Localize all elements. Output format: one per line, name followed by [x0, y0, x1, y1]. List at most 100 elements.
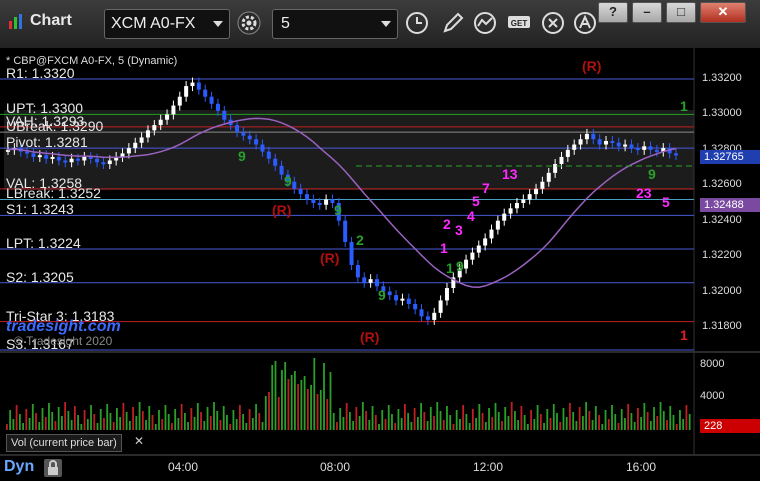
price-chart[interactable]: [0, 0, 760, 481]
candle-body: [362, 277, 367, 283]
volume-bar: [190, 408, 193, 430]
volume-bar: [109, 413, 112, 430]
volume-bar: [643, 403, 646, 430]
candle-body: [629, 144, 634, 149]
candle-body: [343, 220, 348, 242]
candle-body: [165, 114, 170, 120]
volume-bar: [517, 420, 520, 430]
volume-axis-label: 4000: [700, 390, 725, 402]
candle-body: [400, 298, 405, 301]
dynamic-mode-label[interactable]: Dyn: [4, 458, 34, 476]
volume-bar: [122, 403, 125, 430]
candle-body: [63, 160, 68, 163]
volume-bar: [297, 384, 300, 430]
volume-bar: [471, 409, 474, 430]
volume-bar: [585, 402, 588, 430]
volume-bar: [656, 416, 659, 430]
candle-body: [502, 213, 507, 221]
volume-bar: [688, 414, 691, 430]
candle-body: [419, 309, 424, 317]
volume-bar: [569, 403, 571, 430]
volume-bar: [682, 419, 685, 430]
volume-bar: [300, 380, 303, 430]
level-label: R1: 1.3320: [6, 65, 75, 81]
volume-bar: [381, 410, 384, 430]
candle-body: [158, 119, 163, 126]
volume-bar: [193, 417, 196, 430]
volume-bar: [310, 385, 312, 430]
candle-body: [260, 144, 265, 152]
volume-bar: [31, 404, 34, 430]
volume-bar: [229, 424, 232, 430]
volume-bar: [598, 415, 600, 430]
volume-bar: [132, 407, 134, 430]
reversal-marker: (R): [272, 202, 292, 218]
volume-bar: [581, 416, 584, 430]
count-label: 2: [356, 232, 364, 248]
volume-bar: [167, 414, 170, 430]
count-label: 2: [443, 216, 451, 232]
volume-bar: [44, 417, 47, 430]
volume-bar: [543, 423, 545, 430]
volume-bar: [264, 396, 267, 430]
volume-bar: [507, 416, 510, 430]
current-price-badge: 1.32765: [700, 150, 760, 164]
volume-bar: [627, 404, 630, 430]
lock-icon[interactable]: [44, 459, 62, 477]
reversal-marker: (R): [320, 250, 340, 266]
volume-bar: [319, 390, 322, 430]
value-area-shade: [4, 110, 694, 190]
volume-bar: [290, 375, 293, 430]
candle-body: [521, 199, 526, 203]
volume-bar: [57, 407, 60, 430]
close-icon[interactable]: ✕: [134, 434, 144, 448]
candle-body: [495, 220, 500, 230]
volume-bar: [491, 417, 494, 430]
volume-bar: [93, 414, 96, 430]
brand-copyright: © Tradesight 2020: [14, 334, 113, 348]
volume-bar: [38, 422, 41, 430]
volume-bar: [365, 411, 367, 430]
volume-bar: [488, 408, 490, 430]
volume-bar: [358, 416, 361, 430]
count-label: 3: [455, 222, 463, 238]
candle-body: [171, 105, 176, 115]
level-label: LBreak: 1.3252: [6, 185, 101, 202]
volume-bar: [287, 379, 290, 430]
volume-bar: [219, 420, 222, 430]
volume-bar: [455, 410, 458, 430]
volume-bar: [323, 363, 325, 430]
candle-body: [215, 103, 220, 111]
volume-bar: [459, 419, 461, 430]
volume-bar: [61, 416, 63, 430]
count-label: 5: [472, 193, 480, 209]
volume-bar: [666, 420, 668, 430]
volume-bar: [588, 411, 591, 430]
volume-bar: [416, 417, 419, 430]
volume-bar: [636, 408, 639, 430]
candle-body: [534, 188, 539, 195]
volume-bar: [384, 419, 387, 430]
candle-body: [368, 279, 373, 283]
candle-body: [139, 137, 144, 143]
volume-bar: [141, 411, 144, 430]
volume-bar: [255, 404, 257, 430]
volume-axis-label: 8000: [700, 358, 725, 370]
volume-bar: [235, 419, 238, 430]
volume-bar: [54, 421, 57, 430]
candle-body: [25, 151, 30, 154]
candle-body: [203, 89, 208, 97]
volume-bar: [200, 412, 202, 430]
volume-bar: [268, 392, 270, 430]
volume-bar: [653, 407, 655, 430]
volume-bar: [672, 415, 675, 430]
volume-bar: [565, 417, 568, 430]
volume-bar: [374, 415, 377, 430]
candle-body: [578, 139, 583, 145]
candle-body: [565, 149, 570, 157]
volume-bar: [261, 422, 264, 430]
volume-bar: [6, 424, 8, 430]
volume-bar: [371, 406, 374, 430]
volume-bar: [394, 423, 397, 430]
candle-body: [604, 141, 609, 145]
